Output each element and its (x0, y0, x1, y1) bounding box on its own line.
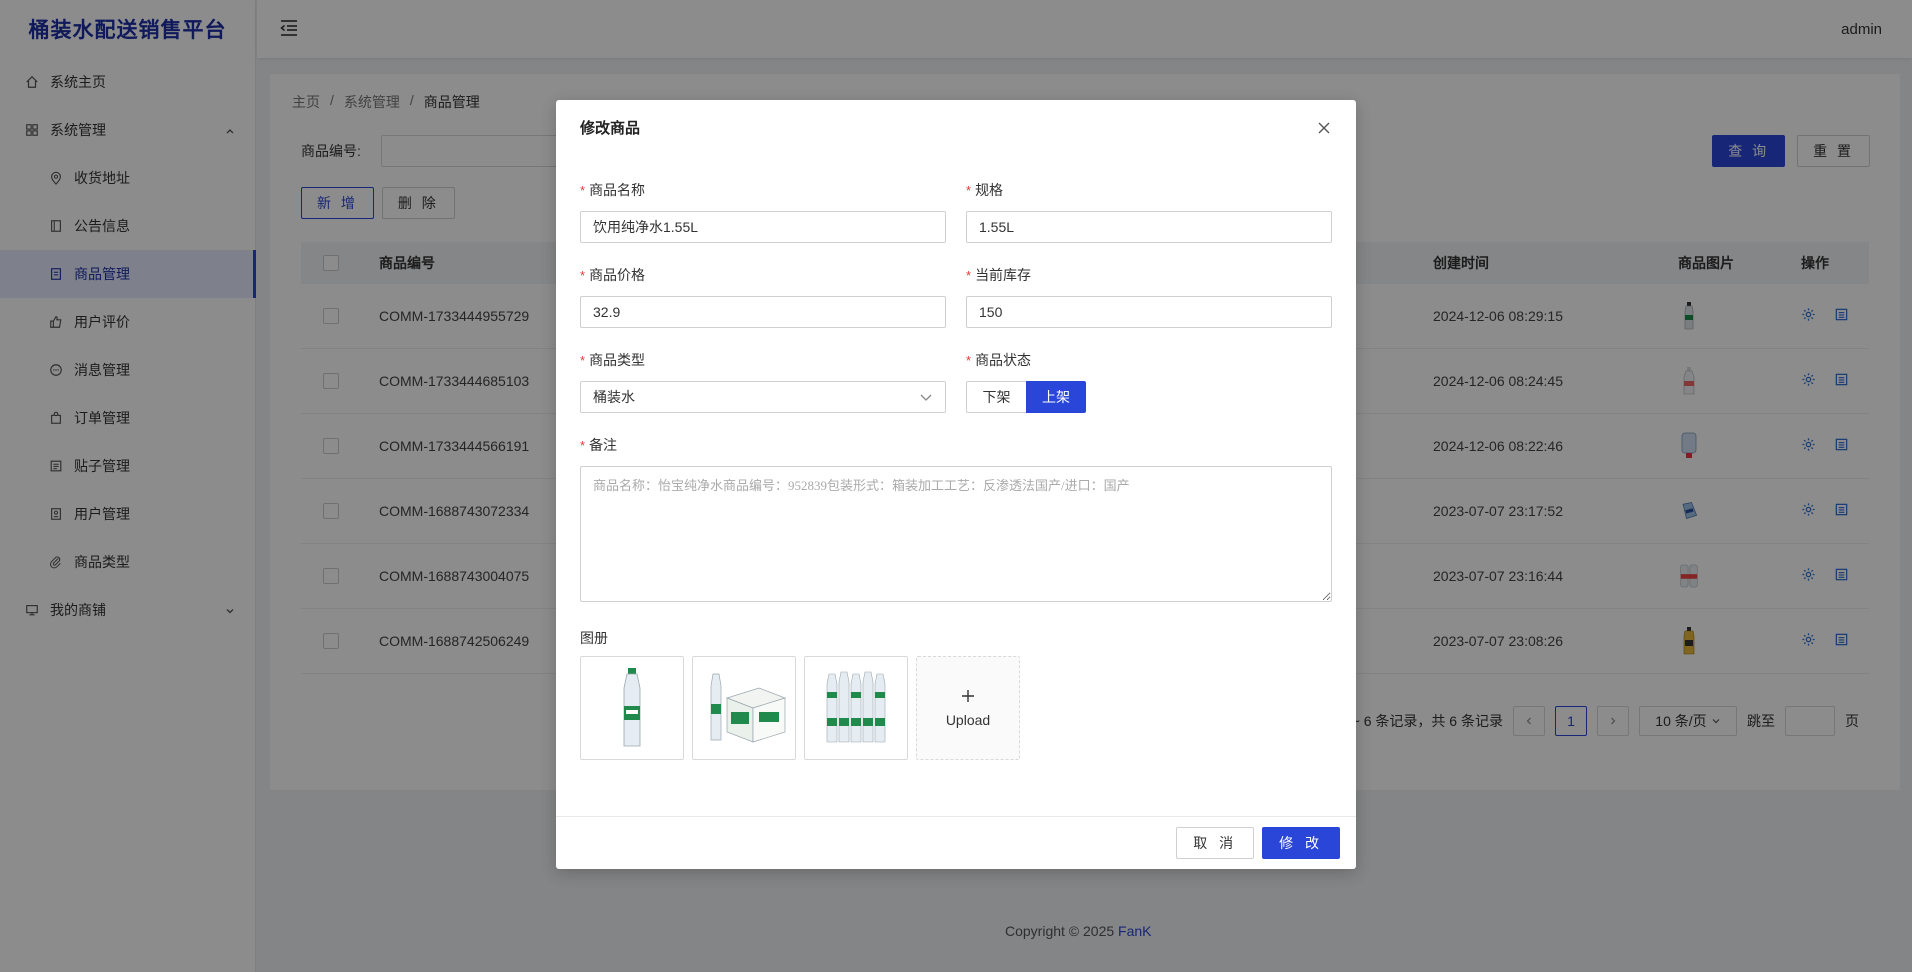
price-input[interactable]: 32.9 (580, 296, 946, 328)
required-mark: * (966, 182, 972, 198)
required-mark: * (580, 352, 586, 368)
required-mark: * (580, 437, 586, 453)
spec-input[interactable]: 1.55L (966, 211, 1332, 243)
field-goods-status: * 商品状态 下架 上架 (966, 350, 1086, 413)
remark-textarea[interactable] (580, 466, 1332, 602)
stock-input[interactable]: 150 (966, 296, 1332, 328)
edit-goods-modal: 修改商品 * 商品名称 饮用纯净水1.55L * 规格 1.55L * 商品价格 32… (556, 100, 1356, 869)
status-off-radio[interactable]: 下架 (966, 381, 1026, 413)
field-spec: * 规格 1.55L (966, 180, 1332, 243)
field-goods-name: * 商品名称 饮用纯净水1.55L (580, 180, 946, 243)
goods-name-input[interactable]: 饮用纯净水1.55L (580, 211, 946, 243)
goods-status-radio-group: 下架 上架 (966, 381, 1086, 413)
plus-icon (961, 688, 975, 706)
field-remark: * 备注 (580, 435, 1332, 605)
field-stock: * 当前库存 150 (966, 265, 1332, 328)
goods-type-value: 桶装水 (593, 389, 635, 405)
goods-type-label: 商品类型 (589, 352, 646, 368)
required-mark: * (966, 267, 972, 283)
spec-label: 规格 (975, 182, 1004, 198)
chevron-down-icon (919, 389, 933, 405)
gallery-label: 图册 (580, 630, 608, 646)
stock-label: 当前库存 (975, 267, 1032, 283)
gallery-list: Upload (580, 656, 1020, 760)
status-on-radio[interactable]: 上架 (1026, 381, 1086, 413)
field-goods-type: * 商品类型 桶装水 (580, 350, 946, 413)
field-price: * 商品价格 32.9 (580, 265, 946, 328)
modal-footer: 取 消 修 改 (556, 816, 1356, 869)
goods-status-label: 商品状态 (975, 352, 1032, 368)
modal-title: 修改商品 (580, 120, 641, 137)
gallery-image-bottle-pack[interactable] (804, 656, 908, 760)
goods-type-select[interactable]: 桶装水 (580, 381, 946, 413)
gallery-image-bottle-box[interactable] (692, 656, 796, 760)
price-label: 商品价格 (589, 267, 646, 283)
required-mark: * (580, 182, 586, 198)
cancel-button[interactable]: 取 消 (1176, 827, 1255, 859)
required-mark: * (966, 352, 972, 368)
goods-name-label: 商品名称 (589, 182, 646, 198)
submit-edit-button[interactable]: 修 改 (1262, 827, 1340, 859)
close-icon[interactable] (1314, 118, 1334, 138)
remark-label: 备注 (589, 437, 618, 453)
required-mark: * (580, 267, 586, 283)
upload-label: Upload (945, 712, 991, 728)
upload-button[interactable]: Upload (916, 656, 1020, 760)
gallery-image-single-bottle[interactable] (580, 656, 684, 760)
